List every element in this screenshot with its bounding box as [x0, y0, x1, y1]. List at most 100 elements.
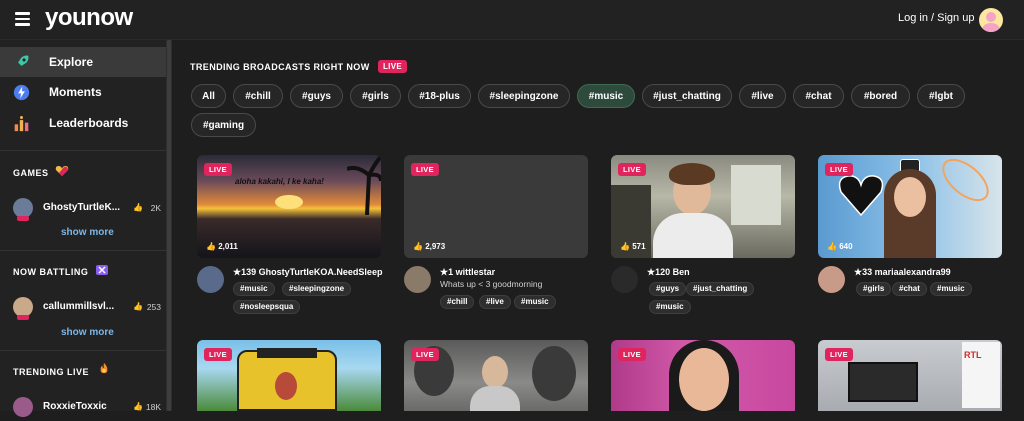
like-count: 👍 2,973 [413, 242, 446, 251]
tag-chip[interactable]: #music [930, 282, 972, 296]
broadcast-card[interactable]: LIVE [611, 340, 795, 411]
tag-chip[interactable]: #music [649, 300, 691, 314]
battle-icon [96, 265, 108, 275]
broadcaster-name: GhostyTurtleK... [43, 202, 121, 213]
filter-chip-chat[interactable]: #chat [793, 84, 844, 108]
broadcaster-name[interactable]: ★120 Ben [647, 267, 690, 278]
top-bar: younow Log in / Sign up [0, 0, 1024, 40]
avatar[interactable] [197, 266, 224, 293]
like-count: 👍 2,011 [206, 242, 238, 251]
live-badge: LIVE [618, 348, 646, 361]
live-indicator [17, 315, 29, 320]
hamburger-menu-icon[interactable] [15, 12, 30, 26]
avatar[interactable] [818, 266, 845, 293]
like-count: 👍 571 [620, 242, 646, 251]
live-badge: LIVE [204, 163, 232, 176]
broadcast-info: ★33 mariaalexandra99 #girls #chat #music [818, 266, 1002, 316]
broadcaster-name: callummillsvl... [43, 301, 115, 312]
broadcast-card[interactable]: LIVE 👍 640 [818, 155, 1002, 258]
sidebar-item-leaderboards[interactable]: Leaderboards [0, 108, 166, 138]
broadcaster-name[interactable]: ★139 GhostyTurtleKOA.NeedSleep [233, 267, 382, 278]
live-badge: LIVE [204, 348, 232, 361]
tag-chip[interactable]: #chat [892, 282, 927, 296]
filter-chip-lgbt[interactable]: #lgbt [917, 84, 965, 108]
person-face [482, 356, 508, 388]
thumbs-up-icon: 👍 [133, 402, 143, 411]
trending-broadcaster[interactable]: RoxxieToxxic 👍 18K [13, 397, 163, 421]
stream-overlay-text: aloha kakahi, I ke kaha! [235, 177, 324, 186]
person-hair [669, 163, 715, 185]
games-show-more-link[interactable]: show more [61, 227, 114, 238]
games-heart-icon [55, 166, 69, 176]
filter-chip-chill[interactable]: #chill [233, 84, 283, 108]
trending-section-title: TRENDING LIVE [13, 367, 90, 377]
filter-chip-guys[interactable]: #guys [290, 84, 343, 108]
tag-chip[interactable]: #music [514, 295, 556, 309]
tag-chip[interactable]: #live [479, 295, 511, 309]
heart-neon-sign [838, 175, 884, 217]
tag-chip[interactable]: #sleepingzone [282, 282, 352, 296]
battling-broadcaster[interactable]: callummillsvl... 👍 253 [13, 297, 163, 321]
tag-chip[interactable]: #music [233, 282, 275, 296]
sidebar-scrollbar-thumb[interactable] [167, 40, 171, 411]
palm-tree-silhouette [347, 155, 381, 215]
sidebar-item-moments[interactable]: Moments [0, 77, 166, 107]
broadcaster-name[interactable]: ★33 mariaalexandra99 [854, 267, 951, 278]
live-indicator [17, 216, 29, 221]
live-badge: LIVE [411, 348, 439, 361]
filter-chip-18-plus[interactable]: #18-plus [408, 84, 471, 108]
broadcast-card[interactable]: LIVE [197, 340, 381, 411]
broadcast-card[interactable]: LIVE 👍 571 [611, 155, 795, 258]
page-title: TRENDING BROADCASTS RIGHT NOW [190, 62, 370, 72]
live-badge: LIVE [378, 60, 407, 73]
user-avatar[interactable] [979, 8, 1003, 32]
flame-icon [100, 362, 108, 374]
sidebar-item-explore[interactable]: Explore [0, 47, 166, 77]
login-signup-link[interactable]: Log in / Sign up [898, 12, 974, 24]
battling-show-more-link[interactable]: show more [61, 327, 114, 338]
like-count: 👍 640 [827, 242, 853, 251]
statue-right [532, 346, 576, 401]
background-window [731, 165, 781, 225]
broadcast-card[interactable]: LIVE 👍 2,973 [404, 155, 588, 258]
broadcast-card[interactable]: RTL LIVE [818, 340, 1002, 411]
filter-chip-bored[interactable]: #bored [851, 84, 910, 108]
person-shirt [653, 213, 733, 258]
broadcast-card[interactable]: LIVE [404, 340, 588, 411]
games-section-title: GAMES [13, 168, 49, 178]
live-badge: LIVE [825, 348, 853, 361]
avatar[interactable] [404, 266, 431, 293]
like-count: 253 [146, 302, 161, 312]
games-broadcaster[interactable]: GhostyTurtleK... 👍 2K [13, 198, 163, 222]
avatar [13, 198, 33, 218]
person-face [679, 348, 729, 411]
filter-chip-sleepingzone[interactable]: #sleepingzone [478, 84, 570, 108]
tag-chip[interactable]: #just_chatting [686, 282, 755, 296]
broadcast-card[interactable]: aloha kakahi, I ke kaha! LIVE 👍 2,011 [197, 155, 381, 258]
live-badge: LIVE [411, 163, 439, 176]
filter-chip-gaming[interactable]: #gaming [191, 113, 256, 137]
younow-logo[interactable]: younow [45, 4, 133, 32]
broadcast-info: ★1 wittlestar Whats up < 3 goodmorning #… [404, 266, 588, 316]
filter-chip-live[interactable]: #live [739, 84, 786, 108]
avatar [13, 397, 33, 417]
filter-chip-music[interactable]: #music [577, 84, 635, 108]
filter-chip-just-chatting[interactable]: #just_chatting [642, 84, 732, 108]
tag-chip[interactable]: #girls [856, 282, 892, 296]
sidebar-divider [0, 250, 166, 251]
like-count: 2K [150, 203, 161, 213]
tag-chip[interactable]: #nosleepsqua [233, 300, 301, 314]
sidebar-item-label: Explore [49, 55, 94, 69]
tag-chip[interactable]: #chill [440, 295, 475, 309]
sidebar-item-label: Leaderboards [49, 116, 129, 130]
broadcast-title: Whats up < 3 goodmorning [440, 279, 543, 289]
thumbs-up-icon: 👍 [133, 302, 143, 311]
sidebar-divider [0, 350, 166, 351]
filter-chip-girls[interactable]: #girls [350, 84, 401, 108]
filter-chip-all[interactable]: All [191, 84, 226, 108]
person-face-front [894, 177, 926, 217]
avatar[interactable] [611, 266, 638, 293]
broadcaster-name[interactable]: ★1 wittlestar [440, 267, 495, 278]
tag-chip[interactable]: #guys [649, 282, 687, 296]
rtl-logo-text: RTL [964, 350, 982, 360]
